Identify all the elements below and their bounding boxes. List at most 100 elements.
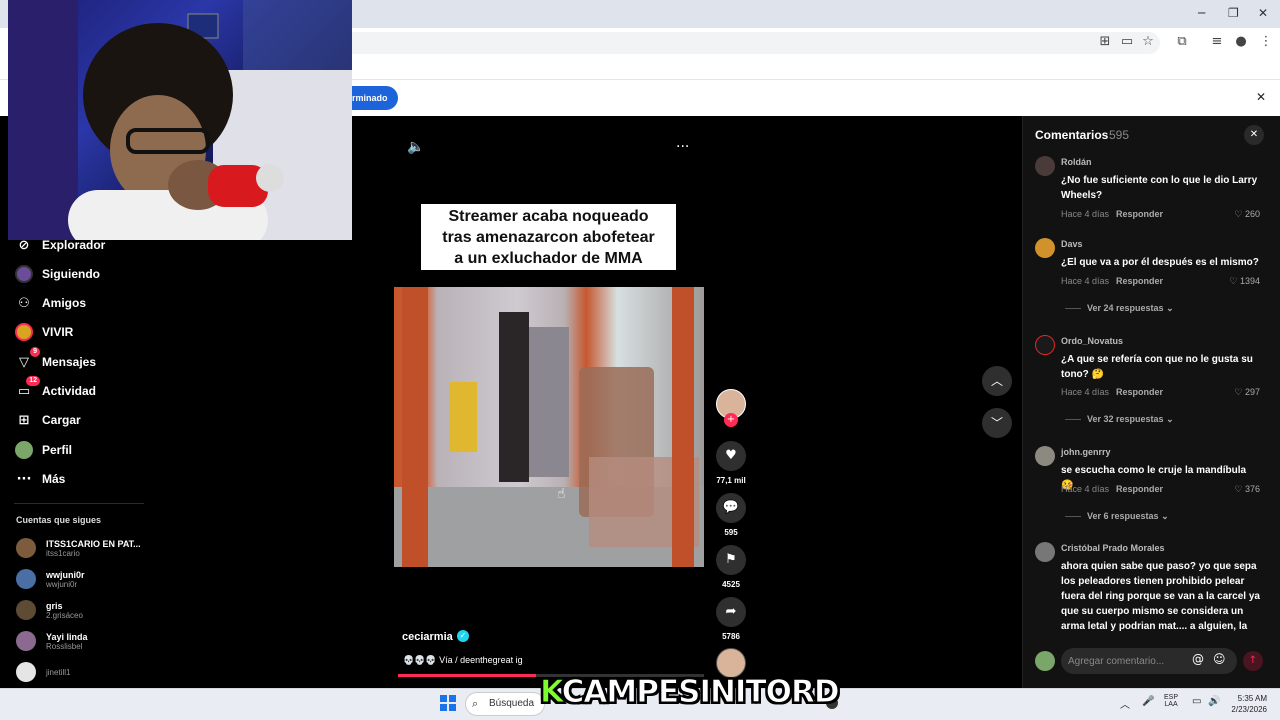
chevron-down-icon: ⌄ bbox=[1166, 303, 1174, 313]
more-options-icon[interactable]: ··· bbox=[676, 139, 689, 155]
previous-video-button[interactable]: ︿ bbox=[982, 366, 1012, 396]
video-player[interactable] bbox=[394, 287, 704, 567]
avatar[interactable] bbox=[1035, 238, 1055, 258]
system-clock[interactable]: 5:35 AM 2/23/2026 bbox=[1225, 693, 1267, 715]
sidebar-item-amigos[interactable]: ⚇ Amigos bbox=[14, 291, 86, 315]
close-comments-icon[interactable]: ✕ bbox=[1244, 125, 1264, 145]
save-count: 4525 bbox=[722, 580, 740, 589]
avatar[interactable] bbox=[1035, 335, 1055, 355]
like-count: 77,1 mil bbox=[716, 476, 746, 485]
translate-icon[interactable]: ⊞ bbox=[1097, 34, 1113, 49]
network-icon[interactable]: ▭ bbox=[1192, 696, 1201, 707]
address-bar[interactable] bbox=[340, 32, 1160, 54]
streamer-logo-letter: K bbox=[540, 674, 564, 711]
like-count: 260 bbox=[1244, 209, 1260, 219]
save-button[interactable]: ⚑ 4525 bbox=[716, 545, 746, 589]
mention-icon[interactable]: @ bbox=[1192, 652, 1204, 666]
search-icon: ⌕ bbox=[472, 697, 479, 710]
avatar bbox=[16, 538, 36, 558]
send-comment-icon[interactable]: ↑ bbox=[1243, 651, 1263, 671]
avatar[interactable] bbox=[1035, 446, 1055, 466]
emoji-icon[interactable]: ☺ bbox=[1213, 652, 1226, 666]
comment-likes[interactable]: ♡ 1394 bbox=[1228, 276, 1260, 287]
following-name: wwjuni0r bbox=[46, 569, 85, 580]
comment-input[interactable] bbox=[1068, 652, 1186, 670]
video-author[interactable]: ceciarmia bbox=[402, 631, 453, 643]
comment-user[interactable]: Cristóbal Prado Morales bbox=[1061, 543, 1165, 553]
language-indicator[interactable]: ESP LAA bbox=[1164, 694, 1178, 708]
tray-chevron-icon[interactable]: ︿ bbox=[1120, 696, 1130, 711]
close-window-icon[interactable]: ✕ bbox=[1258, 6, 1268, 20]
comment-text: ¿No fue suficiente con lo que le dio Lar… bbox=[1061, 175, 1258, 201]
inbox-icon: ▭ 12 bbox=[14, 376, 40, 401]
plus-square-icon: ⊞ bbox=[18, 412, 30, 428]
following-account[interactable]: gris 2.grisáceo bbox=[16, 597, 83, 623]
sidebar-item-vivir[interactable]: VIVIR bbox=[14, 320, 73, 344]
verified-icon: ✓ bbox=[457, 630, 469, 642]
streamer-name-overlay: KCAMPESINITORD bbox=[540, 674, 841, 711]
caption-line: Streamer acaba noqueado bbox=[448, 208, 649, 225]
view-replies-button[interactable]: Ver 6 respuestas ⌄ bbox=[1065, 511, 1169, 522]
comment-user[interactable]: Ordo_Novatus bbox=[1061, 336, 1123, 346]
comment-count: 595 bbox=[724, 528, 738, 537]
cursor-icon: ☝ bbox=[557, 486, 566, 502]
comments-count: 595 bbox=[1109, 128, 1130, 142]
sidebar-item-label: Cargar bbox=[42, 413, 81, 427]
view-replies-button[interactable]: Ver 32 respuestas ⌄ bbox=[1065, 414, 1174, 425]
avatar[interactable] bbox=[1035, 156, 1055, 176]
avatar bbox=[16, 631, 36, 651]
heart-outline-icon: ♡ bbox=[1234, 387, 1243, 397]
volume-tray-icon[interactable]: 🔊 bbox=[1208, 696, 1220, 707]
sidebar-item-mensajes[interactable]: ▽ 9 Mensajes bbox=[14, 347, 96, 374]
comment-button[interactable]: 💬 595 bbox=[716, 493, 746, 537]
view-replies-button[interactable]: Ver 24 respuestas ⌄ bbox=[1065, 303, 1174, 314]
banner-close-icon[interactable]: ✕ bbox=[1256, 90, 1266, 104]
comment-user[interactable]: Davs bbox=[1061, 239, 1083, 249]
comment-likes[interactable]: ♡ 297 bbox=[1228, 387, 1260, 398]
share-button[interactable]: ➦ 5786 bbox=[716, 597, 746, 641]
reading-list-icon[interactable]: ≡ bbox=[1209, 34, 1225, 49]
restore-icon[interactable]: ❐ bbox=[1228, 6, 1239, 20]
following-account[interactable]: wwjuni0r wwjuni0r bbox=[16, 566, 85, 592]
comment-likes[interactable]: ♡ 376 bbox=[1228, 484, 1260, 495]
sidebar-item-mas[interactable]: ··· Más bbox=[14, 467, 66, 491]
profile-icon[interactable]: ● bbox=[1233, 34, 1249, 49]
reply-button[interactable]: Responder bbox=[1116, 276, 1163, 286]
streamer-webcam bbox=[8, 0, 352, 240]
sidebar-item-siguiendo[interactable]: Siguiendo bbox=[14, 262, 100, 286]
sidebar-item-cargar[interactable]: ⊞ Cargar bbox=[14, 408, 81, 432]
windows-start-icon[interactable] bbox=[440, 695, 456, 711]
sidebar-item-label: Amigos bbox=[42, 296, 87, 310]
microphone-icon[interactable]: 🎤 bbox=[1142, 696, 1154, 707]
comment-likes[interactable]: ♡ 260 bbox=[1228, 209, 1260, 220]
reply-button[interactable]: Responder bbox=[1116, 387, 1163, 397]
heart-outline-icon: ♡ bbox=[1229, 276, 1238, 286]
more-icon: ··· bbox=[16, 471, 32, 487]
following-account[interactable]: ITSS1CARIO EN PAT... itss1cario bbox=[16, 535, 141, 561]
follow-plus-icon[interactable]: + bbox=[724, 413, 738, 427]
reply-button[interactable]: Responder bbox=[1116, 484, 1163, 494]
minimize-icon[interactable]: ─ bbox=[1198, 6, 1205, 20]
comment-user[interactable]: john.genrry bbox=[1061, 447, 1111, 457]
following-account[interactable]: jinetill1 bbox=[16, 659, 70, 685]
reply-button[interactable]: Responder bbox=[1116, 209, 1163, 219]
comment-user[interactable]: Roldán bbox=[1061, 157, 1092, 167]
volume-icon[interactable]: 🔈 bbox=[407, 139, 424, 155]
star-icon[interactable]: ☆ bbox=[1140, 34, 1156, 49]
sidebar-item-label: Actividad bbox=[42, 384, 97, 398]
avatar[interactable] bbox=[1035, 542, 1055, 562]
like-button[interactable]: ♥ 77,1 mil bbox=[716, 441, 746, 485]
sidebar-item-actividad[interactable]: ▭ 12 Actividad bbox=[14, 376, 97, 403]
kebab-menu-icon[interactable]: ⋮ bbox=[1258, 34, 1274, 49]
extensions-icon[interactable]: ⧉ bbox=[1174, 34, 1190, 49]
next-video-button[interactable]: ﹀ bbox=[982, 408, 1012, 438]
creator-avatar-button[interactable]: + bbox=[716, 389, 746, 427]
sidebar-item-perfil[interactable]: Perfil bbox=[14, 438, 72, 462]
following-account[interactable]: Yayi linda Rosslisbel bbox=[16, 628, 88, 654]
sidebar-item-label: Más bbox=[42, 472, 66, 486]
avatar bbox=[16, 600, 36, 620]
like-count: 376 bbox=[1244, 484, 1260, 494]
following-name: gris bbox=[46, 600, 63, 611]
progress-fill bbox=[398, 674, 536, 677]
cast-icon[interactable]: ▭ bbox=[1119, 34, 1135, 49]
